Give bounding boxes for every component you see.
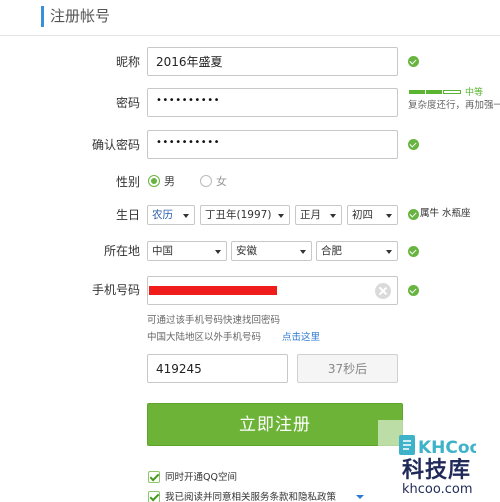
chevron-down-icon xyxy=(330,214,336,218)
strength-segment-3 xyxy=(443,90,461,94)
page-title: 注册帐号 xyxy=(50,7,111,25)
confirm-password-valid-icon xyxy=(408,139,419,150)
province-value: 安徽 xyxy=(236,245,257,257)
password-input[interactable]: •••••••••• xyxy=(147,88,398,117)
overseas-phone-link[interactable]: 点击这里 xyxy=(282,332,320,344)
strength-segment-2 xyxy=(426,90,442,94)
gender-female-label[interactable]: 女 xyxy=(216,175,227,188)
phone-input[interactable] xyxy=(147,276,398,305)
strength-segment-1 xyxy=(409,90,425,94)
header-accent-bar xyxy=(41,6,44,27)
nickname-input[interactable]: 2016年盛夏 xyxy=(147,47,398,76)
register-page: 注册帐号 昵称 2016年盛夏 密码 •••••••••• 中等 复杂度还行，再… xyxy=(0,0,500,502)
password-masked-value: •••••••••• xyxy=(156,95,220,106)
gender-label: 性别 xyxy=(115,175,140,189)
birth-day-select[interactable]: 初四 xyxy=(347,205,398,225)
resend-countdown-text: 37秒后 xyxy=(327,362,368,376)
watermark-name: 科技库 xyxy=(402,458,472,483)
chevron-down-icon xyxy=(386,250,392,254)
location-valid-icon xyxy=(408,246,419,257)
confirm-password-input[interactable]: •••••••••• xyxy=(147,130,398,159)
chevron-down-icon xyxy=(386,214,392,218)
confirm-password-masked-value: •••••••••• xyxy=(156,137,220,148)
register-button-label: 立即注册 xyxy=(239,415,311,435)
location-label: 所在地 xyxy=(103,244,140,258)
chevron-down-icon xyxy=(278,214,284,218)
redaction-bar xyxy=(149,286,277,295)
country-value: 中国 xyxy=(152,245,173,257)
expand-terms-chevron-icon[interactable] xyxy=(356,495,364,499)
calendar-type-value: 农历 xyxy=(152,209,173,221)
birth-month-value: 正月 xyxy=(300,209,321,221)
birth-month-select[interactable]: 正月 xyxy=(295,205,342,225)
birth-year-select[interactable]: 丁丑年(1997) xyxy=(200,205,290,225)
verify-code-value: 419245 xyxy=(156,362,202,376)
gender-male-label[interactable]: 男 xyxy=(164,175,175,188)
strength-level-text: 中等 xyxy=(465,88,484,98)
birth-year-value: 丁丑年(1997) xyxy=(205,209,272,221)
zodiac-text: 属牛 水瓶座 xyxy=(420,208,471,219)
confirm-password-label: 确认密码 xyxy=(91,138,140,152)
nickname-label: 昵称 xyxy=(115,55,140,69)
chevron-down-icon xyxy=(300,250,306,254)
watermark-brand: KHCoo xyxy=(418,438,476,458)
open-qzone-label[interactable]: 同时开通QQ空间 xyxy=(165,472,237,484)
verify-code-input[interactable]: 419245 xyxy=(147,354,288,383)
calendar-type-select[interactable]: 农历 xyxy=(147,205,195,225)
agree-terms-label[interactable]: 我已阅读并同意相关服务条款和隐私政策 xyxy=(165,492,336,502)
resend-code-button[interactable]: 37秒后 xyxy=(297,354,398,383)
chevron-down-icon xyxy=(183,214,189,218)
birthday-valid-icon xyxy=(408,209,419,220)
birthday-label: 生日 xyxy=(115,208,140,222)
country-select[interactable]: 中国 xyxy=(147,241,227,261)
gender-female-radio[interactable] xyxy=(200,175,212,187)
page-header: 注册帐号 xyxy=(0,0,500,36)
phone-overseas-note: 中国大陆地区以外手机号码 xyxy=(147,332,262,343)
phone-label: 手机号码 xyxy=(91,283,140,297)
strength-hint: 复杂度还行，再加强一 xyxy=(408,100,500,111)
nickname-valid-icon xyxy=(408,56,419,67)
city-value: 合肥 xyxy=(321,245,342,257)
city-select[interactable]: 合肥 xyxy=(316,241,398,261)
password-label: 密码 xyxy=(115,96,140,110)
watermark-logo: KHCoo xyxy=(399,435,476,458)
agree-terms-checkbox[interactable] xyxy=(148,491,160,502)
gender-male-radio[interactable] xyxy=(148,175,160,187)
phone-valid-icon xyxy=(408,285,419,296)
open-qzone-checkbox[interactable] xyxy=(148,471,160,483)
birth-day-value: 初四 xyxy=(352,209,373,221)
register-button[interactable]: 立即注册 xyxy=(147,403,403,446)
province-select[interactable]: 安徽 xyxy=(231,241,312,261)
nickname-value: 2016年盛夏 xyxy=(156,55,223,69)
phone-recovery-note: 可通过该手机号码快速找回密码 xyxy=(147,315,281,326)
clear-icon[interactable] xyxy=(375,283,391,299)
chevron-down-icon xyxy=(215,250,221,254)
watermark-url: khcoo.com xyxy=(402,482,473,497)
